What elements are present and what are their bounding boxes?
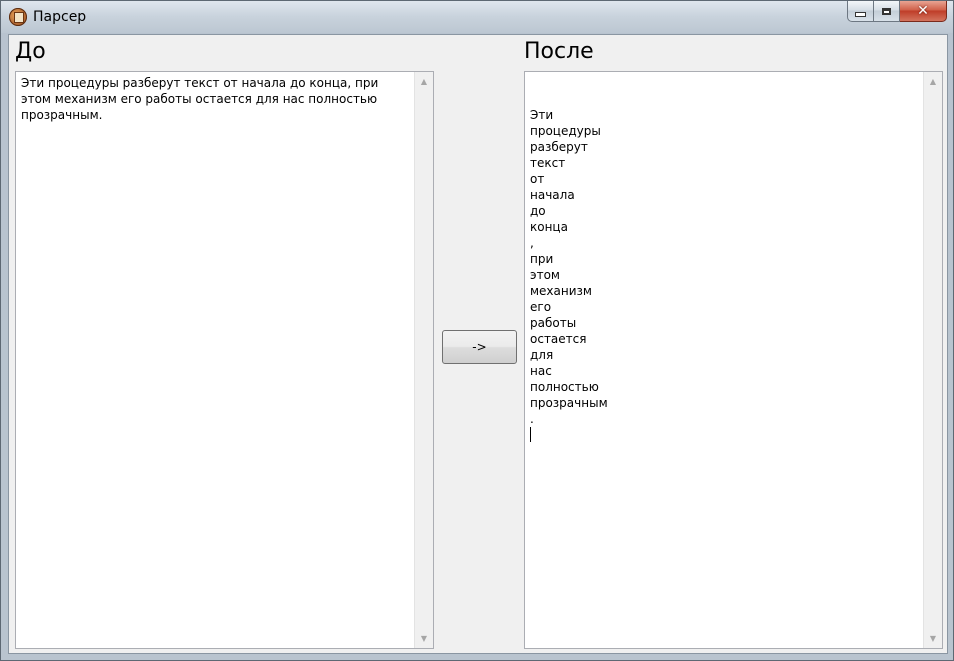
text-caret: [530, 427, 531, 442]
after-textarea[interactable]: Эти процедуры разберут текст от начала до конца…: [524, 71, 943, 649]
token-line: нас: [530, 364, 552, 378]
token-line: полностью: [530, 380, 599, 394]
close-button[interactable]: ✕: [900, 1, 947, 22]
token-line: прозрачным: [530, 396, 608, 410]
token-list: Эти процедуры разберут текст от начала до конца…: [530, 107, 918, 443]
token-line: ,: [530, 236, 534, 250]
before-scrollbar[interactable]: ▲ ▼: [414, 72, 433, 648]
token-line: .: [530, 412, 534, 426]
arrow-up-icon[interactable]: ▲: [924, 73, 942, 90]
maximize-button[interactable]: [874, 1, 900, 22]
token-line: конца: [530, 220, 568, 234]
app-icon[interactable]: [9, 8, 27, 26]
convert-button[interactable]: ->: [442, 330, 517, 364]
token-line: этом: [530, 268, 560, 282]
caption-buttons: ✕: [847, 1, 947, 22]
token-line: остается: [530, 332, 587, 346]
token-line: при: [530, 252, 554, 266]
arrow-down-icon[interactable]: ▼: [924, 630, 942, 647]
before-textarea[interactable]: Эти процедуры разберут текст от начала д…: [15, 71, 434, 649]
minimize-icon: [855, 12, 866, 17]
after-scrollbar[interactable]: ▲ ▼: [923, 72, 942, 648]
title-bar[interactable]: Парсер ✕: [1, 1, 953, 33]
after-text: Эти процедуры разберут текст от начала до конца…: [530, 75, 918, 475]
maximize-icon: [882, 7, 891, 15]
token-line: процедуры: [530, 124, 601, 138]
arrow-up-icon[interactable]: ▲: [415, 73, 433, 90]
token-line: начала: [530, 188, 575, 202]
text-cursor-line: [530, 427, 918, 443]
client-area: До После Эти процедуры разберут текст от…: [8, 34, 948, 654]
token-line: механизм: [530, 284, 592, 298]
before-text: Эти процедуры разберут текст от начала д…: [21, 76, 379, 122]
token-line: его: [530, 300, 552, 314]
token-line: до: [530, 204, 546, 218]
token-line: разберут: [530, 140, 588, 154]
arrow-down-icon[interactable]: ▼: [415, 630, 433, 647]
token-line: Эти: [530, 108, 554, 122]
token-line: работы: [530, 316, 577, 330]
app-window: Парсер ✕ До После Эти процедуры разберут…: [0, 0, 954, 661]
token-line: от: [530, 172, 545, 186]
close-icon: ✕: [917, 3, 929, 19]
token-line: для: [530, 348, 554, 362]
after-heading: После: [524, 39, 594, 64]
minimize-button[interactable]: [847, 1, 874, 22]
token-line: текст: [530, 156, 566, 170]
before-heading: До: [15, 39, 46, 64]
window-title: Парсер: [33, 9, 87, 25]
